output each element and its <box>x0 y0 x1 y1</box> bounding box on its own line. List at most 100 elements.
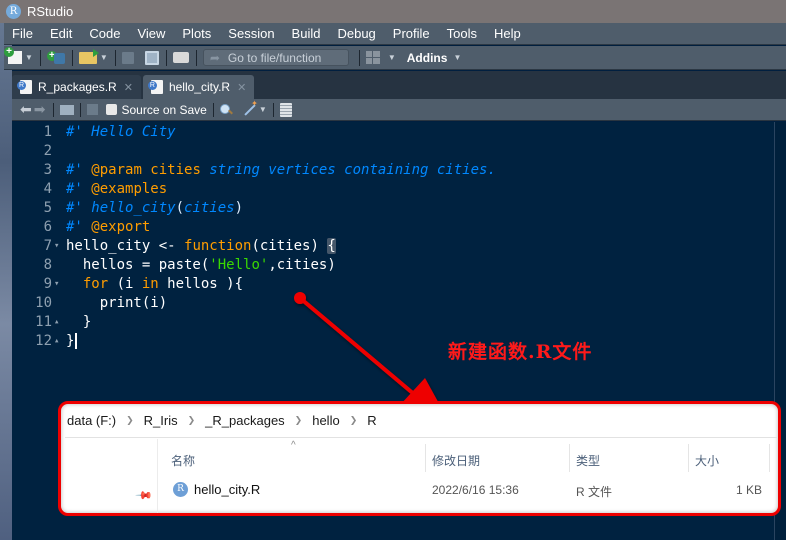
code-line[interactable]: 6 #' @export <box>12 217 151 236</box>
goto-file-function-input[interactable]: ➦ Go to file/function <box>202 49 349 66</box>
code-line[interactable]: 5 #' hello_city(cities) <box>12 198 243 217</box>
navigation-pane: 📌 <box>61 439 158 513</box>
save-all-button[interactable] <box>144 50 159 65</box>
breadcrumb-hello[interactable]: hello <box>312 413 339 428</box>
menu-file[interactable]: File <box>12 26 33 41</box>
grid-layout-icon <box>365 51 380 64</box>
code-token: cities <box>184 199 235 216</box>
code-text: #' Hello City <box>66 124 176 140</box>
tab-r-packages[interactable]: R_packages.R ✕ <box>12 75 141 99</box>
code-text: hellos = paste('Hello',cities) <box>66 257 336 273</box>
fold-toggle-icon[interactable]: ▾ <box>52 241 66 251</box>
code-token: @param cities <box>91 161 201 178</box>
column-header-type[interactable]: 类型 <box>576 452 600 469</box>
code-line[interactable]: 8 hellos = paste('Hello',cities) <box>12 255 336 274</box>
window-title: RStudio <box>27 4 74 19</box>
menu-build[interactable]: Build <box>292 26 321 41</box>
pane-layout-button[interactable]: ▼ <box>365 51 396 64</box>
breadcrumb-r[interactable]: R <box>367 413 376 428</box>
addins-button[interactable]: Addins ▼ <box>407 51 462 65</box>
new-project-icon: + <box>46 51 65 64</box>
toolbar-divider <box>39 49 41 66</box>
magic-wand-icon[interactable] <box>242 99 258 117</box>
code-text: print(i) <box>66 295 167 311</box>
column-divider[interactable] <box>569 444 570 472</box>
menu-view[interactable]: View <box>137 26 165 41</box>
sort-ascending-icon: ^ <box>291 440 296 451</box>
code-token: #' hello_city <box>66 199 176 216</box>
fold-toggle-icon[interactable]: ▴ <box>52 317 66 327</box>
file-modified: 2022/6/16 15:36 <box>432 483 519 497</box>
menu-help[interactable]: Help <box>494 26 521 41</box>
new-file-icon <box>4 47 22 64</box>
annotation-label: 新建函数.R文件 <box>448 341 593 363</box>
source-on-save-checkbox[interactable] <box>106 104 118 115</box>
desktop-background <box>0 0 12 540</box>
code-line[interactable]: 10 print(i) <box>12 293 167 312</box>
document-outline-icon[interactable] <box>279 102 292 117</box>
menu-edit[interactable]: Edit <box>50 26 72 41</box>
menu-tools[interactable]: Tools <box>447 26 477 41</box>
editor-tab-bar: R_packages.R ✕ hello_city.R ✕ <box>12 71 786 99</box>
code-line[interactable]: 2 <box>12 141 66 160</box>
tab-label: hello_city.R <box>168 80 231 94</box>
save-icon[interactable] <box>87 104 99 115</box>
file-name: hello_city.R <box>194 482 261 497</box>
column-divider[interactable] <box>688 444 689 472</box>
code-token: hellos ){ <box>158 275 244 292</box>
breadcrumb-r-iris[interactable]: R_Iris <box>144 413 178 428</box>
line-number: 2 <box>43 142 52 159</box>
goto-arrow-icon: ➦ <box>209 50 220 65</box>
forward-arrow-icon[interactable]: ➡ <box>34 101 46 118</box>
fold-toggle-icon[interactable]: ▾ <box>52 279 66 289</box>
code-token: 'Hello' <box>209 256 269 273</box>
chevron-down-icon[interactable]: ▼ <box>259 105 267 114</box>
code-line[interactable]: 12 ▴} <box>12 331 78 350</box>
open-file-button[interactable]: ▼ <box>78 48 108 64</box>
new-project-button[interactable]: + <box>46 51 65 64</box>
toolbar-divider <box>195 49 197 66</box>
tab-hello-city[interactable]: hello_city.R ✕ <box>142 75 255 99</box>
code-token: @export <box>91 218 151 235</box>
toolbar-divider <box>114 49 116 66</box>
new-file-button[interactable]: ▼ <box>4 47 33 64</box>
column-divider[interactable] <box>425 444 426 472</box>
breadcrumb-drive[interactable]: data (F:) <box>67 413 116 428</box>
back-arrow-icon[interactable]: ⬅ <box>20 101 32 118</box>
menu-profile[interactable]: Profile <box>393 26 430 41</box>
column-header-size[interactable]: 大小 <box>695 452 719 469</box>
code-text: #' @param cities string vertices contain… <box>66 162 496 178</box>
print-button[interactable] <box>172 52 189 63</box>
chevron-down-icon: ▼ <box>25 53 33 62</box>
code-line[interactable]: 11 ▴ } <box>12 312 91 331</box>
goto-placeholder: Go to file/function <box>227 50 322 65</box>
save-button[interactable] <box>121 51 134 64</box>
chevron-right-icon: ❯ <box>349 415 358 425</box>
menu-session[interactable]: Session <box>228 26 274 41</box>
code-text: for (i in hellos ){ <box>66 276 243 292</box>
code-line[interactable]: 9 ▾ for (i in hellos ){ <box>12 274 243 293</box>
column-header-modified[interactable]: 修改日期 <box>432 452 480 469</box>
column-divider[interactable] <box>769 444 770 472</box>
breadcrumb-r-packages[interactable]: _R_packages <box>205 413 285 428</box>
show-in-window-icon[interactable] <box>60 104 75 115</box>
column-header-name[interactable]: 名称 <box>171 452 195 469</box>
file-row[interactable]: R hello_city.R 2022/6/16 15:36 R 文件 1 KB <box>158 480 778 502</box>
code-line[interactable]: 1 #' Hello City <box>12 122 176 141</box>
code-token: } <box>66 313 92 330</box>
r-file-icon: R <box>173 482 188 497</box>
menu-code[interactable]: Code <box>89 26 120 41</box>
code-line[interactable]: 3 #' @param cities string vertices contai… <box>12 160 496 179</box>
code-line[interactable]: 7 ▾ hello_city <- function(cities) { <box>12 236 336 255</box>
fold-toggle-icon[interactable]: ▴ <box>52 336 66 346</box>
line-number: 1 <box>43 123 52 140</box>
search-icon[interactable] <box>219 103 232 116</box>
breadcrumb: data (F:) ❯ R_Iris ❯ _R_packages ❯ hello… <box>65 404 778 438</box>
close-icon[interactable]: ✕ <box>237 81 246 94</box>
toolbar-divider <box>53 102 55 117</box>
close-icon[interactable]: ✕ <box>124 81 133 94</box>
code-line[interactable]: 4 #' @examples <box>12 179 168 198</box>
menu-debug[interactable]: Debug <box>337 26 375 41</box>
menu-plots[interactable]: Plots <box>182 26 211 41</box>
pin-icon[interactable]: 📌 <box>134 486 153 505</box>
